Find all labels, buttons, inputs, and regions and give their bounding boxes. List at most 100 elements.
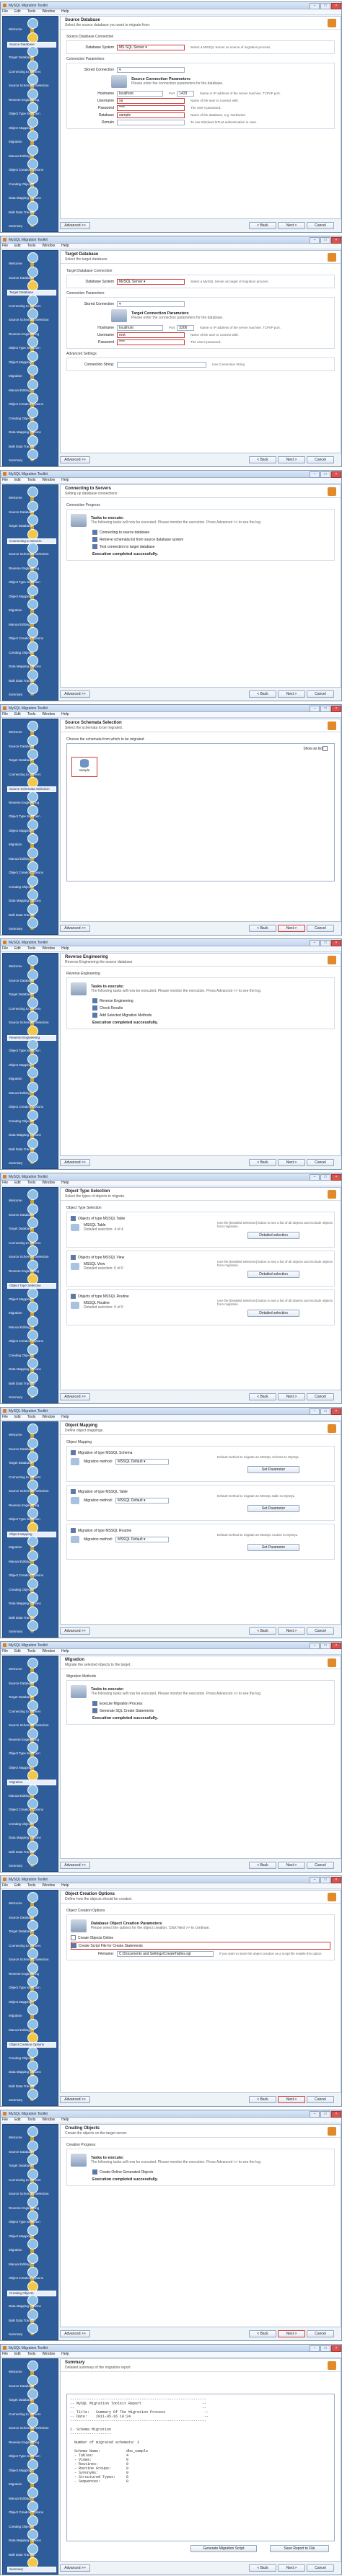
- step-label[interactable]: Data Mapping Options: [7, 1133, 55, 1137]
- next-button[interactable]: Next >: [278, 1393, 305, 1400]
- next-button[interactable]: Next >: [278, 690, 305, 698]
- step-label[interactable]: Connecting to Servers: [7, 1241, 55, 1245]
- menu-item-window[interactable]: Window: [42, 1883, 55, 1888]
- minimize-button[interactable]: –: [310, 2110, 320, 2118]
- step-label[interactable]: Connecting to Servers: [7, 304, 55, 308]
- step-label[interactable]: Object Type Selection: [7, 580, 55, 585]
- step-label[interactable]: Source Schemata Selection: [7, 318, 55, 322]
- close-button[interactable]: ×: [331, 1642, 341, 1649]
- step-label[interactable]: Source Schemata Selection: [7, 1723, 55, 1728]
- step-label[interactable]: Object Type Selection: [7, 814, 55, 819]
- step-label[interactable]: Welcome: [7, 262, 55, 266]
- menu-item-tools[interactable]: Tools: [27, 1415, 36, 1420]
- step-label[interactable]: Object Creation Options: [7, 1105, 55, 1109]
- step-label[interactable]: Reverse Engineering: [7, 1738, 55, 1742]
- group-checkbox[interactable]: [71, 1489, 76, 1494]
- step-label[interactable]: Object Creation Options: [7, 402, 55, 407]
- menu-item-file[interactable]: File: [2, 478, 8, 483]
- filename-input[interactable]: C:\Documents and Settings\CreateTables.s…: [117, 1950, 214, 1957]
- option-checkbox[interactable]: [71, 1935, 76, 1940]
- step-label[interactable]: Connecting to Servers: [7, 70, 55, 74]
- username-input[interactable]: root: [117, 332, 185, 338]
- show-as-list-checkbox[interactable]: [323, 746, 328, 751]
- password-input[interactable]: ****: [117, 339, 185, 345]
- menu-item-file[interactable]: File: [2, 946, 8, 951]
- step-label[interactable]: Object Type Selection: [7, 1517, 55, 1522]
- step-label[interactable]: Welcome: [7, 2370, 55, 2374]
- step-label[interactable]: Bulk Data Transfer: [7, 2084, 55, 2089]
- menu-item-file[interactable]: File: [2, 1181, 8, 1186]
- database-input[interactable]: sample: [117, 112, 185, 118]
- menu-item-tools[interactable]: Tools: [27, 1883, 36, 1888]
- cancel-button[interactable]: Cancel: [307, 1627, 334, 1635]
- step-label[interactable]: Bulk Data Transfer: [7, 1147, 55, 1152]
- step-label[interactable]: Object Mapping: [7, 2000, 55, 2004]
- menu-item-file[interactable]: File: [2, 2352, 8, 2357]
- maximize-button[interactable]: □: [320, 1173, 330, 1181]
- database-system-select[interactable]: MySQL Server ▾: [117, 278, 185, 285]
- menu-item-window[interactable]: Window: [42, 244, 55, 249]
- advanced-button[interactable]: Advanced >>: [60, 925, 90, 932]
- step-label[interactable]: Manual Editing: [7, 1794, 55, 1798]
- step-label[interactable]: Bulk Data Transfer: [7, 2553, 55, 2557]
- menu-item-file[interactable]: File: [2, 1415, 8, 1420]
- group-checkbox[interactable]: [71, 1216, 76, 1221]
- menu-item-tools[interactable]: Tools: [27, 2352, 36, 2357]
- step-label[interactable]: Connecting to Servers: [7, 1944, 55, 1948]
- maximize-button[interactable]: □: [320, 2110, 330, 2118]
- step-label[interactable]: Data Mapping Options: [7, 1367, 55, 1372]
- menu-item-file[interactable]: File: [2, 9, 8, 14]
- step-label[interactable]: Target Database: [7, 55, 55, 60]
- maximize-button[interactable]: □: [320, 236, 330, 244]
- step-label[interactable]: Connecting to Servers: [7, 2412, 55, 2417]
- step-label[interactable]: Bulk Data Transfer: [7, 679, 55, 683]
- step-label[interactable]: Creating Objects: [7, 651, 55, 655]
- maximize-button[interactable]: □: [320, 705, 330, 712]
- step-label[interactable]: Summary: [7, 2332, 55, 2337]
- step-label[interactable]: Reverse Engineering: [7, 567, 55, 571]
- step-label[interactable]: Summary: [7, 927, 55, 931]
- step-label[interactable]: Reverse Engineering: [7, 1269, 55, 1274]
- minimize-button[interactable]: –: [310, 1876, 320, 1883]
- migration-method-select[interactable]: MSSQL Default ▾: [115, 1498, 170, 1504]
- menu-item-edit[interactable]: Edit: [14, 1649, 21, 1654]
- step-label[interactable]: Summary: [7, 1864, 55, 1868]
- password-input[interactable]: ****: [117, 105, 185, 111]
- step-label[interactable]: Manual Editing: [7, 623, 55, 627]
- step-label[interactable]: Creating Objects: [7, 1119, 55, 1124]
- menu-item-help[interactable]: Help: [61, 946, 69, 951]
- menu-item-edit[interactable]: Edit: [14, 1181, 21, 1186]
- detail-button[interactable]: Detailed selection: [247, 1271, 299, 1278]
- step-label[interactable]: Object Creation Options: [7, 1573, 55, 1578]
- detail-button[interactable]: Detailed selection: [247, 1232, 299, 1239]
- step-label[interactable]: Data Mapping Options: [7, 665, 55, 669]
- menu-item-tools[interactable]: Tools: [27, 2118, 36, 2123]
- advanced-button[interactable]: Advanced >>: [60, 1862, 90, 1869]
- step-label[interactable]: Welcome: [7, 2136, 55, 2140]
- minimize-button[interactable]: –: [310, 2, 320, 9]
- step-label[interactable]: Connecting to Servers: [7, 773, 55, 777]
- menu-item-tools[interactable]: Tools: [27, 478, 36, 483]
- menu-item-file[interactable]: File: [2, 1649, 8, 1654]
- step-label[interactable]: Data Mapping Options: [7, 196, 55, 200]
- step-label[interactable]: Object Mapping: [7, 126, 55, 130]
- advanced-button[interactable]: Advanced >>: [60, 2330, 90, 2337]
- menu-item-file[interactable]: File: [2, 712, 8, 717]
- step-label[interactable]: Bulk Data Transfer: [7, 210, 55, 215]
- step-label[interactable]: Welcome: [7, 1433, 55, 1437]
- close-button[interactable]: ×: [331, 2110, 341, 2118]
- menu-item-edit[interactable]: Edit: [14, 946, 21, 951]
- advanced-button[interactable]: Advanced >>: [60, 2564, 90, 2572]
- step-label[interactable]: Target Database: [7, 1695, 55, 1700]
- hostname-input[interactable]: localhost: [117, 90, 163, 97]
- menu-item-help[interactable]: Help: [61, 478, 69, 483]
- step-label[interactable]: Object Mapping: [7, 1766, 55, 1770]
- step-label[interactable]: Summary: [7, 458, 55, 463]
- step-label[interactable]: Creating Objects: [7, 1354, 55, 1358]
- step-label[interactable]: Object Mapping: [7, 1063, 55, 1067]
- group-checkbox[interactable]: [71, 1255, 76, 1260]
- step-label[interactable]: Manual Editing: [7, 2262, 55, 2267]
- close-button[interactable]: ×: [331, 1173, 341, 1181]
- step-label[interactable]: Welcome: [7, 1199, 55, 1203]
- step-label[interactable]: Object Mapping: [7, 1297, 55, 1302]
